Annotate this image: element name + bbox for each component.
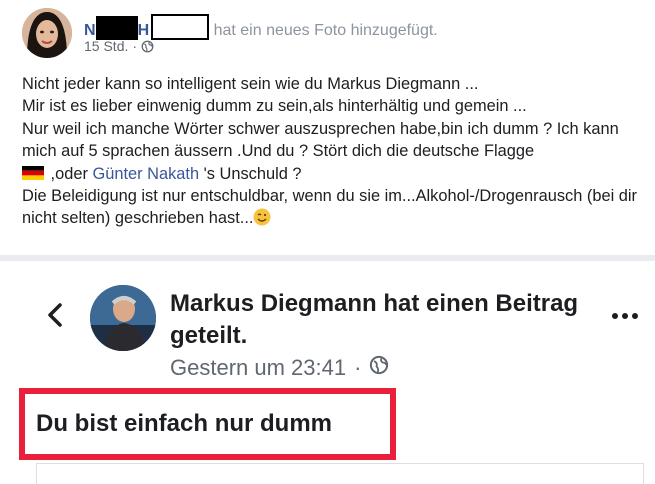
post-text-line: Mir ist es lieber einwenig dumm zu sein,… — [22, 97, 527, 116]
post-text-line: Nur weil ich manche Wörter schwer auszus… — [22, 119, 619, 161]
post-action-text: hat ein neues Foto hinzugefügt. — [213, 22, 438, 39]
shared-author-avatar[interactable] — [90, 285, 156, 351]
globe-icon — [141, 40, 154, 53]
shared-post-meta: Gestern um 23:41 · — [170, 355, 389, 381]
post-text-fragment: Die Beleidigung ist nur entschuldbar, we… — [22, 187, 637, 228]
meta-separator: · — [132, 38, 138, 54]
author-name[interactable]: N — [84, 22, 96, 39]
globe-icon — [369, 355, 389, 381]
author-avatar[interactable] — [22, 8, 72, 58]
meta-separator: · — [354, 355, 362, 380]
post-timestamp[interactable]: 15 Std. — [84, 38, 128, 54]
post-divider — [0, 255, 655, 261]
post-title-line: NH hat ein neues Foto hinzugefügt. — [84, 14, 438, 40]
chevron-left-icon[interactable] — [44, 300, 66, 330]
post-text-line: Die Beleidigung ist nur entschuldbar, we… — [22, 185, 647, 230]
redaction-box — [95, 16, 138, 40]
redaction-box — [151, 14, 210, 40]
smiley-emoji-icon — [253, 208, 271, 226]
post-meta: 15 Std. · — [84, 38, 154, 54]
post-text-line: Nicht jeder kann so intelligent sein wie… — [22, 75, 479, 93]
shared-post-title: Markus Diegmann hat einen Beitrag geteil… — [170, 290, 579, 349]
post-body: Nicht jeder kann so intelligent sein wie… — [22, 73, 647, 230]
more-options-icon[interactable] — [608, 308, 642, 324]
mention-link[interactable]: Günter Nakath — [92, 165, 199, 183]
shared-timestamp[interactable]: Gestern um 23:41 — [170, 355, 346, 381]
post-text-fragment: 's Unschuld ? — [199, 164, 302, 183]
post-header: NH hat ein neues Foto hinzugefügt. 15 St… — [22, 6, 642, 58]
shared-post-content: Du bist einfach nur dumm — [36, 410, 333, 437]
post-text-fragment: ,oder — [46, 164, 93, 183]
post-text-line: ,oder Günter Nakath 's Unschuld ? — [22, 163, 647, 185]
attached-content-card — [36, 463, 644, 484]
german-flag-icon — [22, 164, 44, 180]
